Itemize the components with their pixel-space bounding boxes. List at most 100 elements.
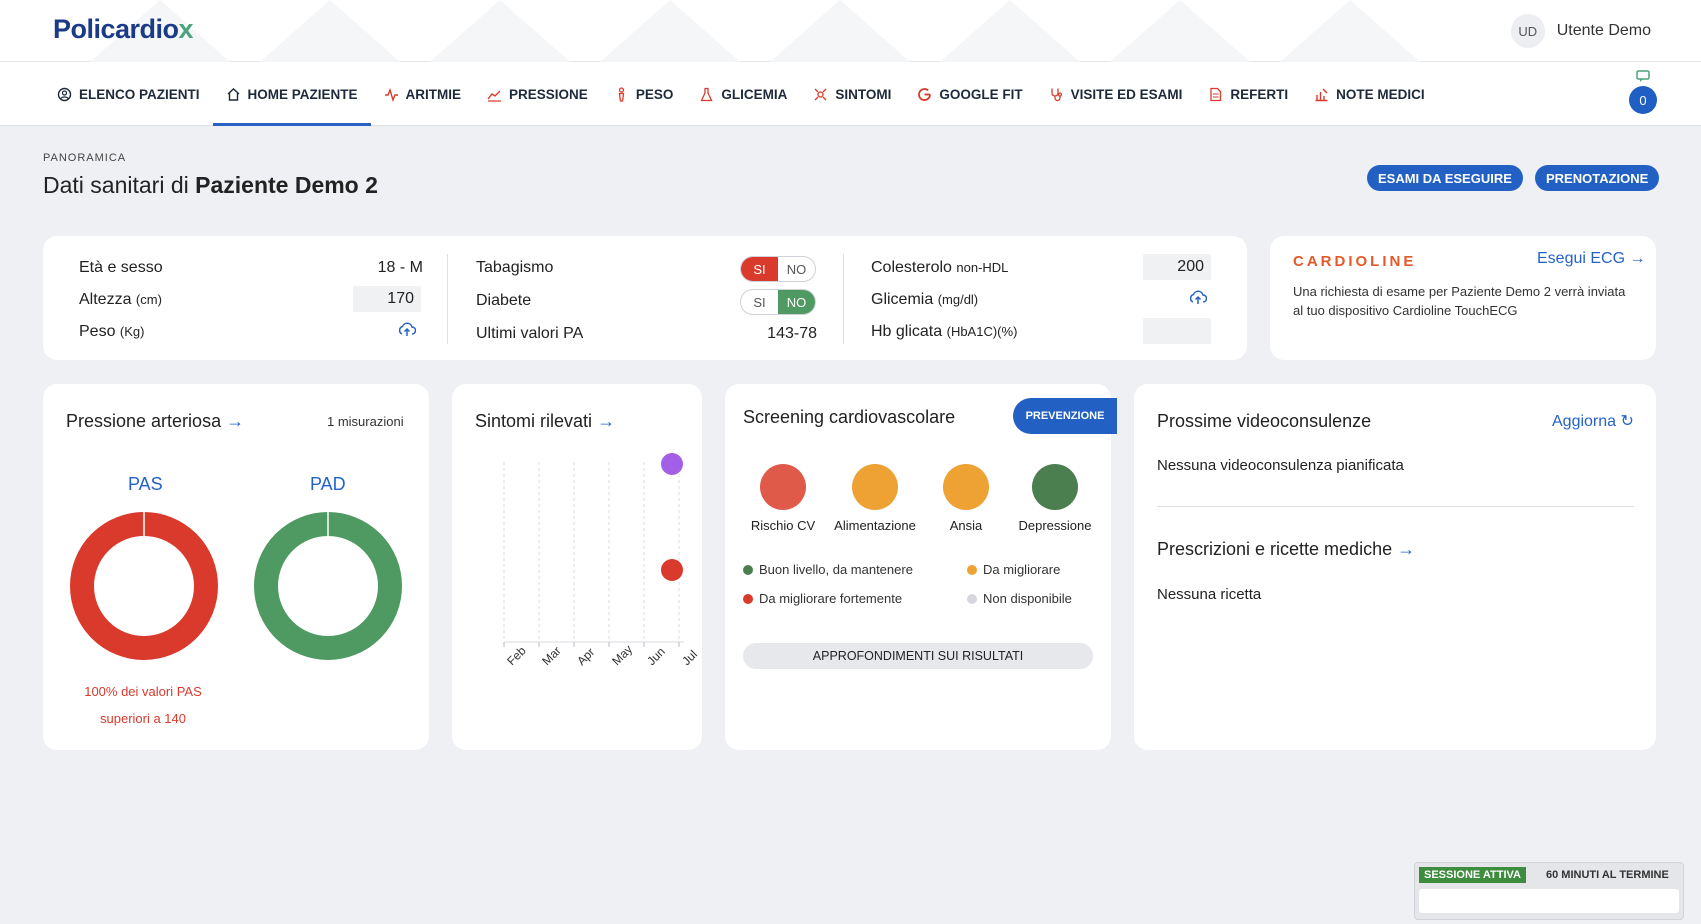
breadcrumb: PANORAMICA — [43, 152, 127, 164]
chart-icon — [487, 90, 502, 102]
nav-item-glicemia[interactable]: GLICEMIA — [686, 62, 800, 126]
weight-label: Peso (Kg) — [79, 323, 145, 340]
nav-item-peso[interactable]: PESO — [601, 62, 687, 126]
nav-item-label: SINTOMI — [835, 86, 892, 102]
divider — [1157, 506, 1634, 507]
nav-item-aritmie[interactable]: ARITMIE — [371, 62, 475, 126]
cardioline-card: CARDIOLINE Esegui ECG → Una richiesta di… — [1270, 236, 1656, 360]
nav-item-home-paziente[interactable]: HOME PAZIENTE — [212, 62, 371, 126]
nav-item-pressione[interactable]: PRESSIONE — [474, 62, 601, 126]
nav-item-label: GOOGLE FIT — [939, 86, 1023, 102]
month-tick: Feb — [504, 643, 529, 668]
symptoms-chart: Feb Mar Apr May Jun Jul — [503, 453, 700, 669]
height-label: Altezza (cm) — [79, 291, 162, 308]
nav-item-label: HOME PAZIENTE — [247, 86, 358, 102]
upload-icon[interactable] — [398, 322, 416, 338]
nav-item-visite-ed-esami[interactable]: VISITE ED ESAMI — [1036, 62, 1196, 126]
nav-item-google-fit[interactable]: GOOGLE FIT — [904, 62, 1035, 126]
pad-donut-ring — [254, 512, 402, 660]
nav-item-label: NOTE MEDICI — [1336, 86, 1425, 102]
app-logo[interactable]: Policardiox — [53, 14, 194, 45]
nav-item-label: PESO — [635, 86, 674, 102]
refresh-icon: ↻ — [1620, 413, 1634, 430]
screening-title: Screening cardiovascolare — [743, 407, 956, 427]
hba1c-field[interactable] — [1143, 318, 1211, 344]
avatar: UD — [1510, 14, 1545, 48]
legend-na: Non disponibile — [967, 591, 1072, 606]
screening-indicator — [852, 464, 898, 510]
refresh-link[interactable]: Aggiorna ↻ — [1552, 411, 1634, 431]
bp-label: Ultimi valori PA — [476, 325, 584, 342]
diabetes-toggle[interactable]: SI NO — [740, 289, 816, 315]
symptom-point — [661, 453, 683, 475]
pressure-card: Pressione arteriosa → 1 misurazioni PAS … — [43, 384, 429, 750]
nav-item-label: VISITE ED ESAMI — [1070, 86, 1183, 102]
legend-improve: Da migliorare — [967, 562, 1060, 577]
month-tick: Apr — [574, 645, 597, 668]
nav-item-note-medici[interactable]: NOTE MEDICI — [1301, 62, 1438, 126]
smoking-yes[interactable]: SI — [741, 257, 778, 281]
patients-icon — [57, 87, 72, 101]
notifications[interactable]: 0 — [1629, 70, 1657, 114]
nav-item-label: REFERTI — [1230, 86, 1289, 102]
pas-donut — [70, 512, 218, 660]
page-title: Dati sanitari di Paziente Demo 2 — [43, 172, 378, 198]
flask-icon — [700, 87, 713, 101]
smoking-no[interactable]: NO — [778, 257, 815, 281]
stethoscope-icon — [1050, 88, 1062, 101]
nav-item-referti[interactable]: REFERTI — [1195, 62, 1301, 126]
video-title: Prossime videoconsulenze — [1157, 411, 1372, 431]
google-icon — [918, 87, 932, 101]
bp-value: 143-78 — [767, 325, 817, 342]
month-tick: May — [609, 642, 635, 668]
height-field[interactable]: 170 — [353, 286, 421, 312]
session-progress — [1419, 889, 1679, 913]
booking-button[interactable]: PRENOTAZIONE — [1535, 165, 1660, 191]
nav-item-elenco-pazienti[interactable]: ELENCO PAZIENTI — [44, 62, 213, 126]
age-value: 18 - M — [377, 259, 423, 276]
arrow-right-icon: → — [1397, 539, 1416, 559]
cardioline-logo: CARDIOLINE — [1293, 253, 1417, 270]
diabetes-label: Diabete — [476, 292, 532, 309]
divider — [447, 254, 448, 344]
user-menu[interactable]: UD Utente Demo — [1510, 14, 1651, 48]
divider — [843, 254, 844, 344]
main-nav: ELENCO PAZIENTI HOME PAZIENTE ARITMIE PRESS… — [0, 62, 1701, 126]
smoking-label: Tabagismo — [476, 259, 554, 276]
results-button[interactable]: APPROFONDIMENTI SUI RISULTATI — [743, 643, 1093, 669]
diabetes-yes[interactable]: SI — [741, 290, 778, 314]
home-icon — [227, 87, 239, 101]
symptom-point — [661, 559, 683, 581]
session-widget: SESSIONE ATTIVA 60 MINUTI AL TERMINE — [1414, 862, 1684, 920]
symptoms-icon — [814, 88, 827, 100]
run-ecg-link[interactable]: Esegui ECG → — [1537, 250, 1646, 268]
cholesterol-field[interactable]: 200 — [1143, 254, 1211, 280]
screening-indicator — [943, 464, 989, 510]
top-bar: Policardiox UD Utente Demo — [0, 0, 1701, 62]
month-tick: Jun — [644, 645, 668, 669]
nav-item-label: PRESSIONE — [509, 86, 588, 102]
chat-icon — [1636, 70, 1650, 82]
pressure-title[interactable]: Pressione arteriosa → — [66, 411, 244, 432]
video-empty: Nessuna videoconsulenza pianificata — [1157, 457, 1404, 474]
person-icon — [618, 86, 625, 102]
diabetes-no[interactable]: NO — [778, 290, 815, 314]
nav-item-sintomi[interactable]: SINTOMI — [800, 62, 904, 126]
exams-button[interactable]: ESAMI DA ESEGUIRE — [1367, 165, 1523, 191]
smoking-toggle[interactable]: SI NO — [740, 256, 816, 282]
prescriptions-title[interactable]: Prescrizioni e ricette mediche → — [1157, 539, 1415, 560]
legend-good: Buon livello, da mantenere — [743, 562, 913, 577]
screening-indicator — [1032, 464, 1078, 510]
screening-card: Screening cardiovascolare PREVENZIONE Ri… — [725, 384, 1117, 750]
arrow-right-icon: → — [226, 411, 245, 431]
age-label: Età e sesso — [79, 259, 163, 276]
prevention-badge[interactable]: PREVENZIONE — [1013, 398, 1117, 434]
month-tick: Jul — [679, 647, 700, 668]
session-remaining: 60 MINUTI AL TERMINE — [1546, 869, 1669, 881]
month-tick: Mar — [539, 644, 564, 669]
upload-icon[interactable] — [1189, 290, 1207, 306]
heartbeat-icon — [384, 87, 398, 102]
legend-strong: Da migliorare fortemente — [743, 591, 902, 606]
cardioline-message: Una richiesta di esame per Paziente Demo… — [1293, 284, 1626, 318]
cholesterol-label: Colesterolo non-HDL — [871, 259, 1009, 276]
